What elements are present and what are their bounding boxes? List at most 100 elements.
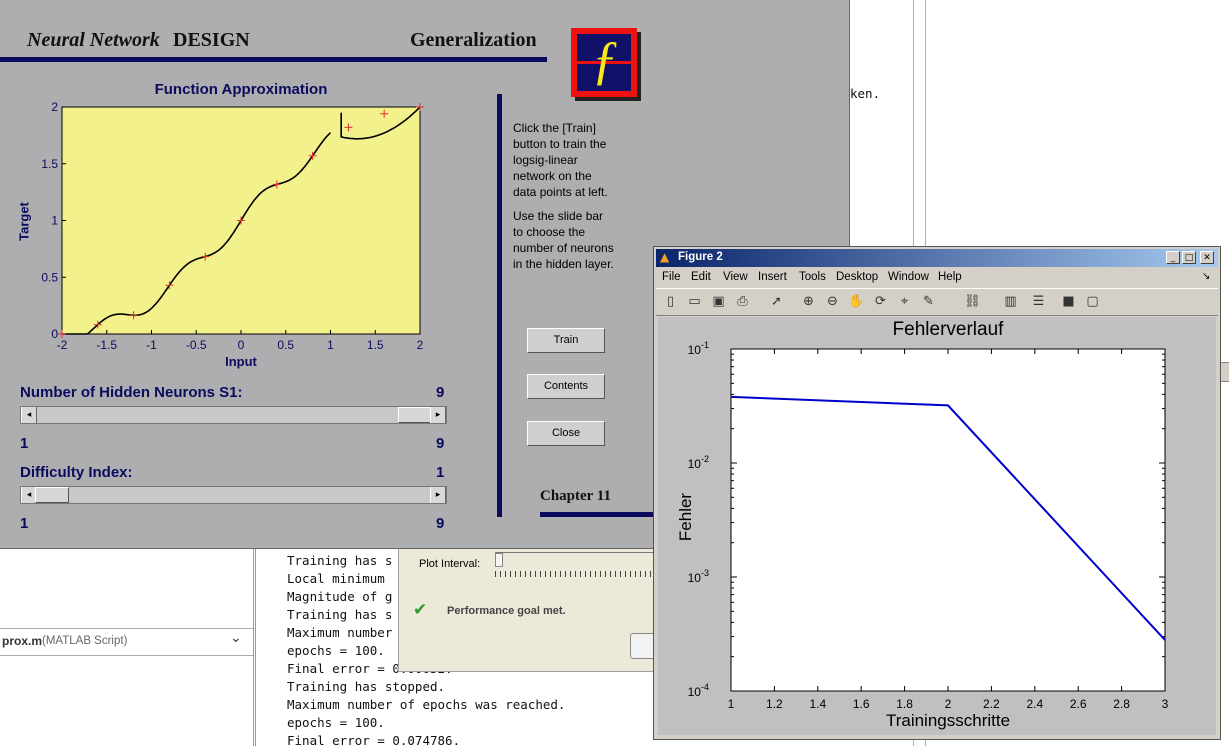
difficulty-value: 1 (436, 464, 445, 481)
instructions-train: Click the [Train] button to train the logs… (513, 120, 608, 200)
difficulty-slider-thumb[interactable] (35, 487, 69, 503)
plot-xlabel: Input (225, 354, 257, 369)
error-chart: 1 1.2 1.4 1.6 1.8 2 2.2 2.4 2.6 2.8 3 10-4 10-3 10-2 1… (688, 340, 1169, 711)
hide-tools-icon[interactable]: ■ (1060, 294, 1077, 310)
neurons-slider[interactable]: ◂ ▸ (20, 406, 447, 424)
brush-icon[interactable]: ✎ (920, 294, 937, 310)
close-icon[interactable]: ✕ (1200, 251, 1214, 264)
x-tick-label: 2 (417, 338, 424, 352)
dock-arrow-icon[interactable]: ↘ (1202, 271, 1210, 282)
x-tick-label: 1 (327, 338, 334, 352)
legend-icon[interactable]: ☰ (1030, 294, 1047, 310)
x-tick-label: 0.5 (277, 338, 294, 352)
new-file-icon[interactable]: ▯ (662, 294, 679, 310)
menu-edit[interactable]: Edit (691, 271, 711, 283)
instruction-line: button to train the (513, 137, 607, 151)
slider-ticks (495, 571, 655, 577)
editor-file-type: (MATLAB Script) (42, 635, 128, 647)
function-plot: -2 -1.5 -1 -0.5 0 0.5 1 1.5 2 0 0.5 1 1.5 2 (41, 100, 424, 352)
command-line: Magnitude of g (287, 589, 393, 604)
figure2-titlebar[interactable]: ▲ Figure 2 _ □ ✕ (656, 249, 1218, 267)
x-tick-label: 1.2 (766, 697, 783, 711)
logo-integral-icon: ƒ (591, 30, 619, 90)
x-tick-label: -1 (146, 338, 157, 352)
menu-desktop[interactable]: Desktop (836, 271, 878, 283)
instruction-line: number of neurons (513, 241, 614, 255)
rotate-icon[interactable]: ⟳ (872, 294, 889, 310)
data-cursor-icon[interactable]: ⌖ (896, 294, 913, 310)
command-line: Local minimum (287, 571, 393, 586)
plot-interval-slider[interactable] (495, 552, 655, 579)
y-tick-label: 10-3 (688, 568, 709, 585)
pan-icon[interactable]: ✋ (848, 294, 865, 310)
command-line: Training has s (287, 553, 393, 568)
maximize-icon[interactable]: □ (1182, 251, 1196, 264)
plot-ylabel: Target (16, 202, 32, 241)
neurons-max: 9 (436, 435, 445, 452)
x-tick-label: 2.6 (1070, 697, 1087, 711)
instruction-line: Click the [Train] (513, 121, 596, 135)
neurons-slider-thumb[interactable] (398, 407, 432, 423)
menu-help[interactable]: Help (938, 271, 962, 283)
menu-tools[interactable]: Tools (799, 271, 826, 283)
x-tick-label: 1.8 (896, 697, 913, 711)
print-icon[interactable]: ⎙ (734, 294, 751, 310)
x-tick-label: -2 (57, 338, 68, 352)
y-tick-label: 1 (51, 214, 58, 228)
save-icon[interactable]: ▣ (710, 294, 727, 310)
chapter-rule (540, 512, 653, 517)
colorbar-icon[interactable]: ▥ (1002, 294, 1019, 310)
menu-view[interactable]: View (723, 271, 748, 283)
difficulty-max: 9 (436, 515, 445, 532)
y-tick-label: 1.5 (41, 157, 58, 171)
divider (656, 315, 1218, 316)
menu-window[interactable]: Window (888, 271, 929, 283)
zoom-in-icon[interactable]: ⊕ (800, 294, 817, 310)
show-tools-icon[interactable]: ▢ (1084, 294, 1101, 310)
minimize-icon[interactable]: _ (1166, 251, 1180, 264)
x-tick-label: 0 (238, 338, 245, 352)
zoom-out-icon[interactable]: ⊖ (824, 294, 841, 310)
editor-file-name: prox.m (2, 634, 43, 648)
contents-button[interactable]: Contents (527, 374, 605, 399)
instructions-slider: Use the slide bar to choose the number of … (513, 208, 614, 272)
slider-thumb[interactable] (495, 553, 503, 567)
x-tick-label: -0.5 (186, 338, 207, 352)
y-tick-label: 0.5 (41, 270, 58, 284)
slider-left-arrow-icon[interactable]: ◂ (21, 407, 37, 423)
y-tick-label: 10-4 (688, 682, 709, 699)
command-line: epochs = 100. (287, 715, 385, 730)
figure2-window: ▲ Figure 2 _ □ ✕ ↘ 1 1.2 1.4 1.6 1.8 2 2.2 2.4 2… (653, 246, 1221, 740)
nntraintool-window: Plot Interval: ✔ Performance goal met. (398, 548, 662, 672)
link-icon[interactable]: ⛓ (964, 294, 981, 310)
command-line: Maximum number (287, 625, 393, 640)
neurons-value: 9 (436, 384, 445, 401)
chart-title: Fehlerverlauf (892, 319, 1004, 340)
y-tick-label: 2 (51, 100, 58, 114)
slider-right-arrow-icon[interactable]: ▸ (430, 487, 446, 503)
x-tick-label: 1.5 (367, 338, 384, 352)
close-button[interactable]: Close (527, 421, 605, 446)
difficulty-min: 1 (20, 515, 29, 532)
chevron-down-icon[interactable]: ⌄ (230, 630, 242, 646)
pointer-icon[interactable]: ➚ (768, 294, 785, 310)
command-line: epochs = 100. (287, 643, 385, 658)
x-tick-label: 3 (1162, 697, 1169, 711)
train-button[interactable]: Train (527, 328, 605, 353)
resize-handle[interactable] (1220, 362, 1229, 382)
menu-file[interactable]: File (662, 271, 681, 283)
x-tick-label: 1 (728, 697, 735, 711)
chapter-label: Chapter 11 (540, 488, 611, 504)
brand-bold: DESIGN (173, 29, 250, 51)
menu-insert[interactable]: Insert (758, 271, 787, 283)
slider-right-arrow-icon[interactable]: ▸ (430, 407, 446, 423)
instruction-line: Use the slide bar (513, 209, 604, 223)
chapter-title: Generalization (410, 29, 537, 51)
editor-file-tab[interactable]: prox.m (MATLAB Script) ⌄ (0, 628, 253, 656)
difficulty-slider[interactable]: ◂ ▸ (20, 486, 447, 504)
open-folder-icon[interactable]: ▭ (686, 294, 703, 310)
y-tick-label: 10-1 (688, 340, 709, 357)
command-line: Training has stopped. (287, 679, 446, 694)
difficulty-label: Difficulty Index: (20, 464, 133, 481)
command-line: Training has s (287, 607, 393, 622)
